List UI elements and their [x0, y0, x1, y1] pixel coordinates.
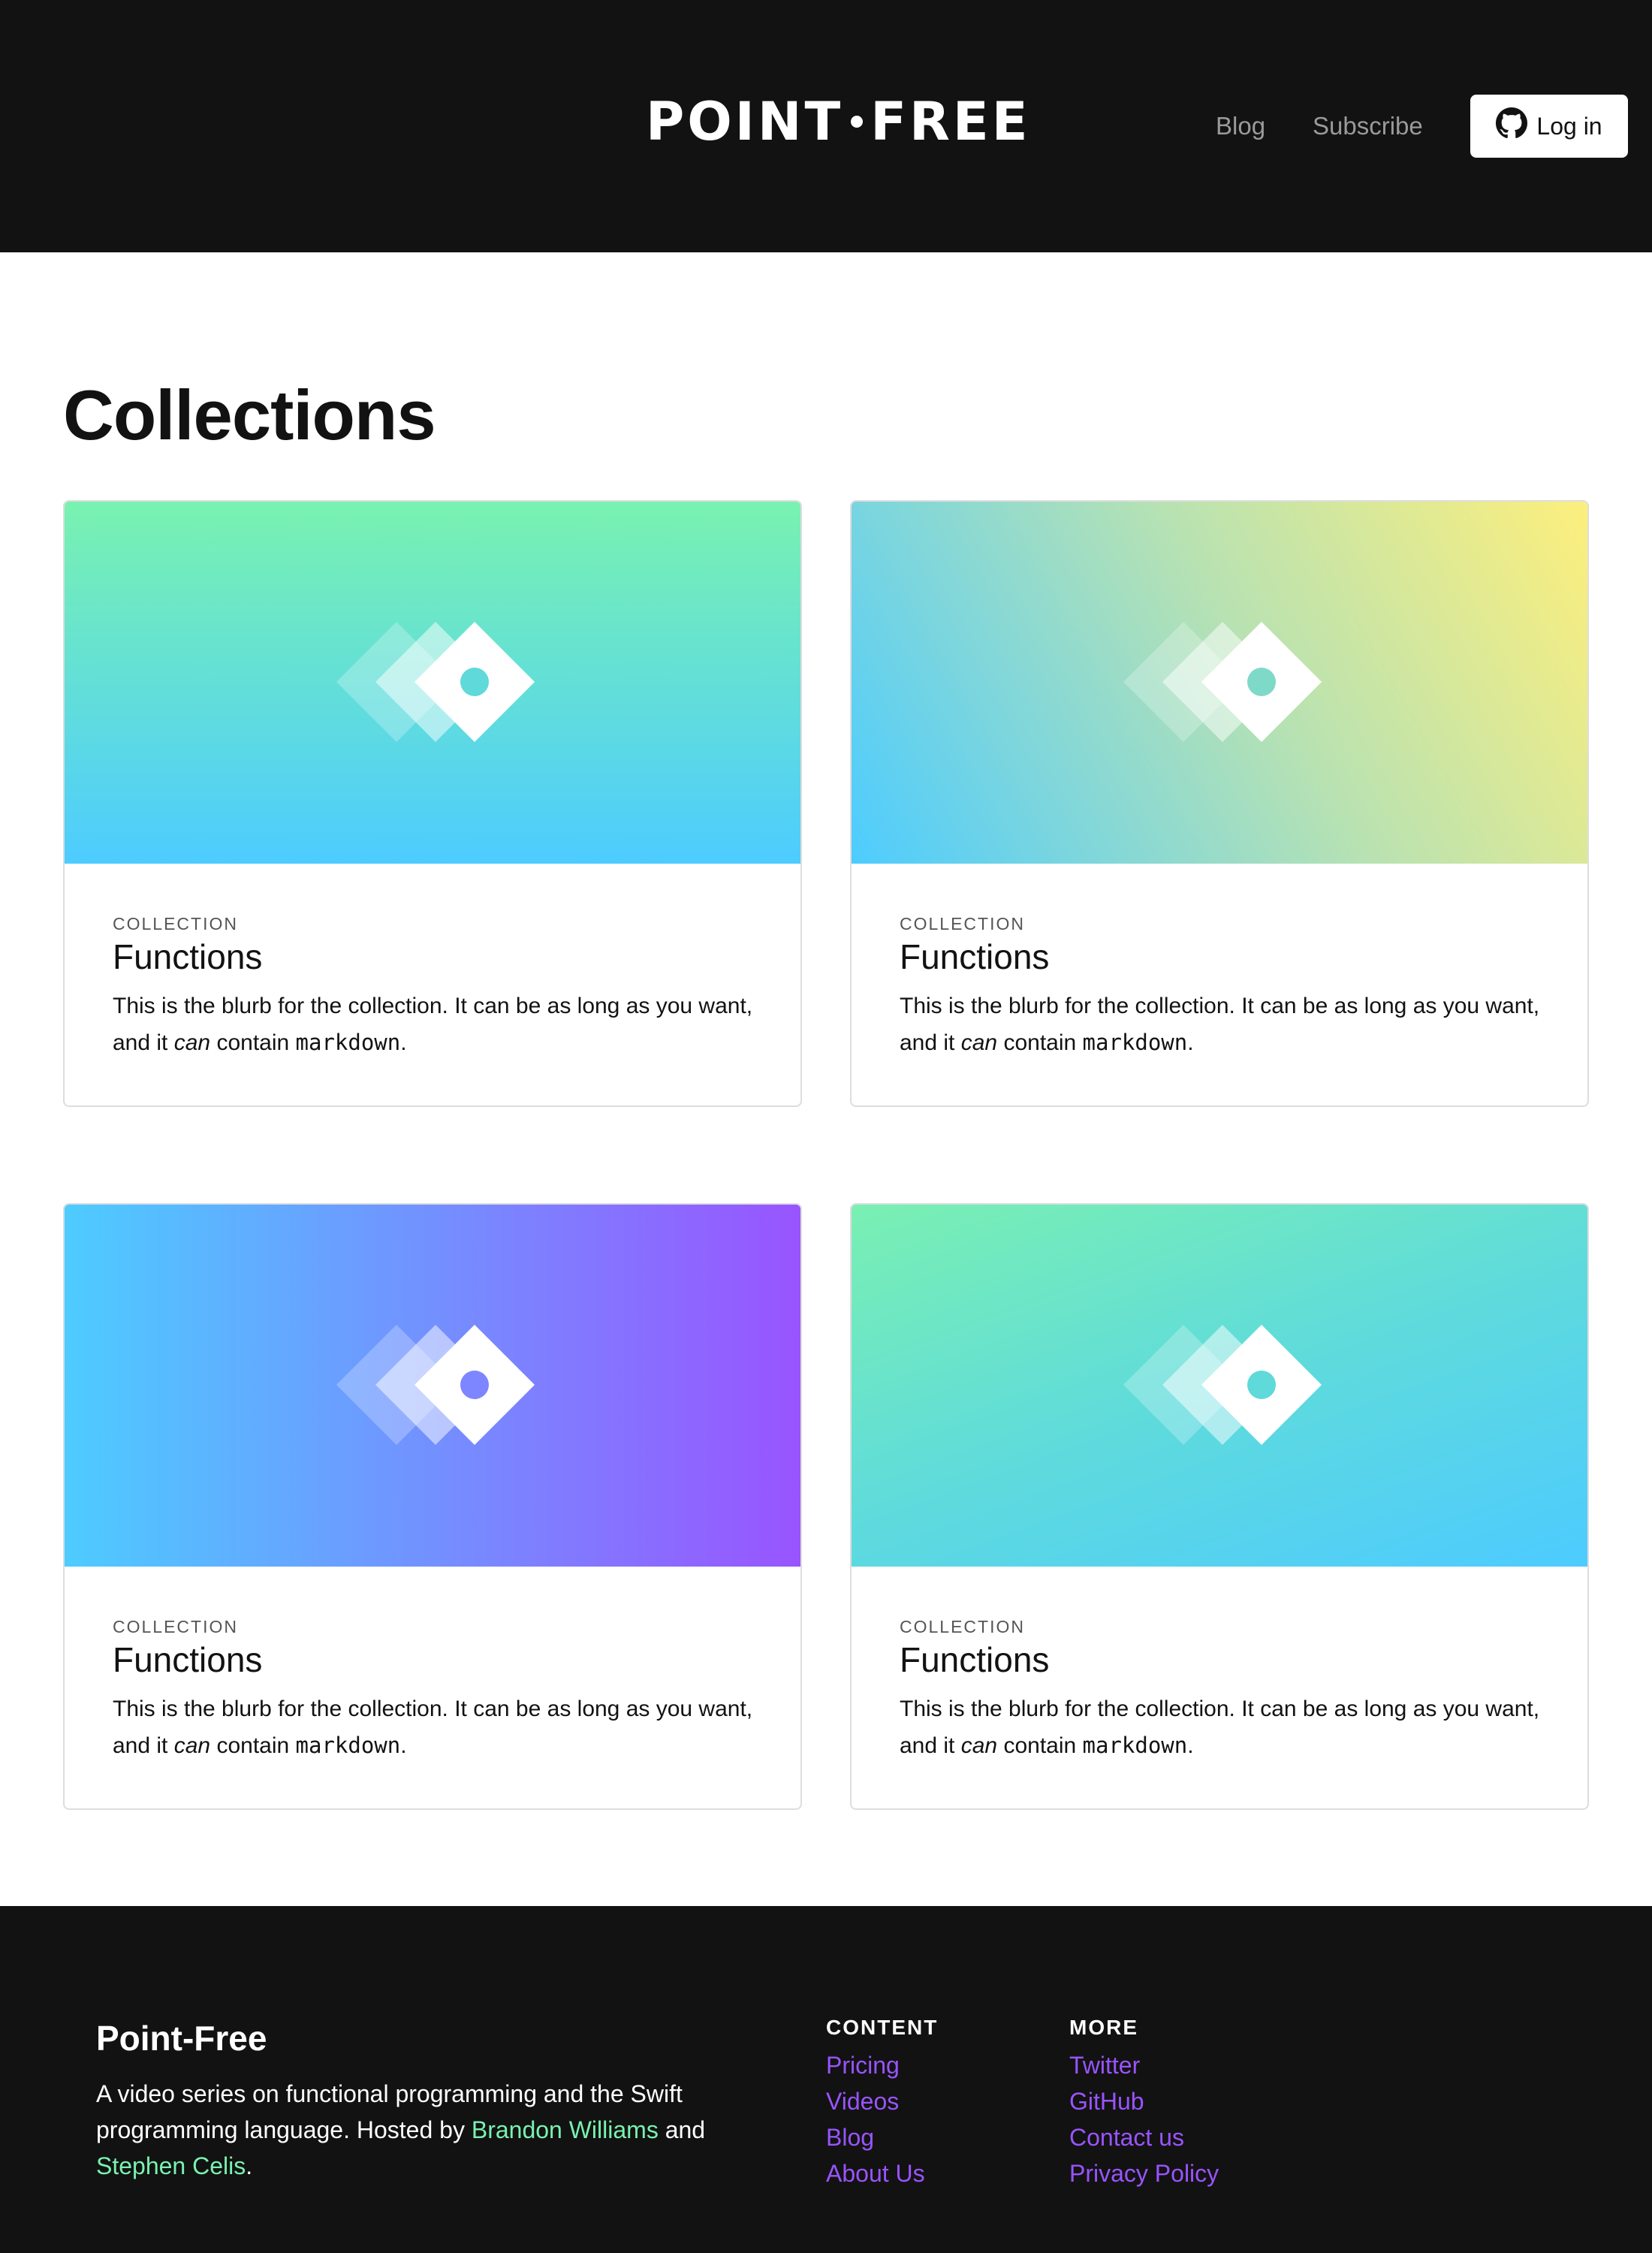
host-link-stephen[interactable]: Stephen Celis: [96, 2152, 246, 2179]
card-eyebrow: COLLECTION: [900, 1617, 1025, 1636]
footer-link-github[interactable]: GitHub: [1069, 2083, 1219, 2119]
site-logo[interactable]: POINT FREE: [646, 93, 1031, 150]
diamond-center-dot: [460, 1371, 489, 1399]
blurb-text: .: [1187, 1030, 1194, 1055]
blurb-text: .: [400, 1030, 407, 1055]
card-banner: [852, 1205, 1587, 1567]
footer-about-text: .: [246, 2152, 253, 2179]
blurb-emphasis: can: [960, 1030, 998, 1055]
github-icon: [1496, 107, 1528, 145]
nav-blog-link[interactable]: Blog: [1216, 111, 1265, 141]
footer-about: A video series on functional programming…: [96, 2076, 742, 2184]
footer-link-twitter[interactable]: Twitter: [1069, 2047, 1219, 2083]
footer-more-column: MORE Twitter GitHub Contact us Privacy P…: [1069, 2014, 1219, 2191]
site-footer: Point-Free A video series on functional …: [0, 1906, 1652, 2253]
footer-link-about[interactable]: About Us: [826, 2155, 938, 2191]
blurb-emphasis: can: [173, 1733, 211, 1758]
diamond-center-dot: [1247, 1371, 1276, 1399]
blurb-text: contain: [210, 1030, 296, 1055]
card-blurb: This is the blurb for the collection. It…: [113, 988, 758, 1061]
footer-link-blog[interactable]: Blog: [826, 2119, 938, 2155]
point-free-diamond-icon: [336, 622, 535, 742]
card-body: COLLECTION Functions This is the blurb f…: [900, 913, 1545, 1061]
footer-more-heading: MORE: [1069, 2016, 1138, 2039]
point-free-diamond-icon: [336, 1325, 535, 1445]
site-header: POINT FREE Blog Subscribe Log in: [0, 0, 1652, 252]
card-title[interactable]: Functions: [113, 1639, 758, 1681]
blurb-text: contain: [210, 1733, 296, 1758]
diamond-center-dot: [460, 668, 489, 696]
logo-text-right: FREE: [870, 91, 1031, 152]
blurb-emphasis: can: [960, 1733, 998, 1758]
card-title[interactable]: Functions: [900, 1639, 1545, 1681]
nav-subscribe-link[interactable]: Subscribe: [1313, 111, 1423, 141]
card-eyebrow: COLLECTION: [113, 914, 238, 933]
page-title: Collections: [63, 376, 436, 454]
collection-card[interactable]: COLLECTION Functions This is the blurb f…: [850, 1203, 1589, 1810]
collection-card[interactable]: COLLECTION Functions This is the blurb f…: [63, 1203, 802, 1810]
blurb-emphasis: can: [173, 1030, 211, 1055]
diamond-center-dot: [1247, 668, 1276, 696]
blurb-text: contain: [997, 1030, 1083, 1055]
card-blurb: This is the blurb for the collection. It…: [900, 1691, 1545, 1764]
blurb-code: markdown: [1082, 1733, 1188, 1758]
host-link-brandon[interactable]: Brandon Williams: [472, 2116, 659, 2143]
card-eyebrow: COLLECTION: [113, 1617, 238, 1636]
footer-brand: Point-Free: [96, 2019, 267, 2058]
card-blurb: This is the blurb for the collection. It…: [900, 988, 1545, 1061]
point-free-diamond-icon: [1123, 622, 1322, 742]
card-banner: [65, 1205, 800, 1567]
card-body: COLLECTION Functions This is the blurb f…: [900, 1616, 1545, 1764]
footer-link-pricing[interactable]: Pricing: [826, 2047, 938, 2083]
footer-link-videos[interactable]: Videos: [826, 2083, 938, 2119]
footer-about-text: and: [658, 2116, 706, 2143]
card-title[interactable]: Functions: [113, 936, 758, 978]
footer-content-heading: CONTENT: [826, 2016, 939, 2039]
card-banner: [65, 502, 800, 864]
footer-content-column: CONTENT Pricing Videos Blog About Us: [826, 2014, 938, 2191]
logo-text-left: POINT: [646, 91, 844, 152]
blurb-text: .: [1187, 1733, 1194, 1758]
collection-card[interactable]: COLLECTION Functions This is the blurb f…: [850, 500, 1589, 1107]
footer-link-contact[interactable]: Contact us: [1069, 2119, 1219, 2155]
card-banner: [852, 502, 1587, 864]
blurb-code: markdown: [295, 1030, 401, 1055]
login-button[interactable]: Log in: [1470, 95, 1628, 158]
blurb-code: markdown: [295, 1733, 401, 1758]
blurb-text: contain: [997, 1733, 1083, 1758]
blurb-text: .: [400, 1733, 407, 1758]
logo-dot: [851, 115, 864, 128]
card-eyebrow: COLLECTION: [900, 914, 1025, 933]
card-title[interactable]: Functions: [900, 936, 1545, 978]
login-label: Log in: [1536, 112, 1602, 140]
blurb-code: markdown: [1082, 1030, 1188, 1055]
point-free-diamond-icon: [1123, 1325, 1322, 1445]
card-blurb: This is the blurb for the collection. It…: [113, 1691, 758, 1764]
card-body: COLLECTION Functions This is the blurb f…: [113, 913, 758, 1061]
footer-link-privacy[interactable]: Privacy Policy: [1069, 2155, 1219, 2191]
card-body: COLLECTION Functions This is the blurb f…: [113, 1616, 758, 1764]
collection-card[interactable]: COLLECTION Functions This is the blurb f…: [63, 500, 802, 1107]
